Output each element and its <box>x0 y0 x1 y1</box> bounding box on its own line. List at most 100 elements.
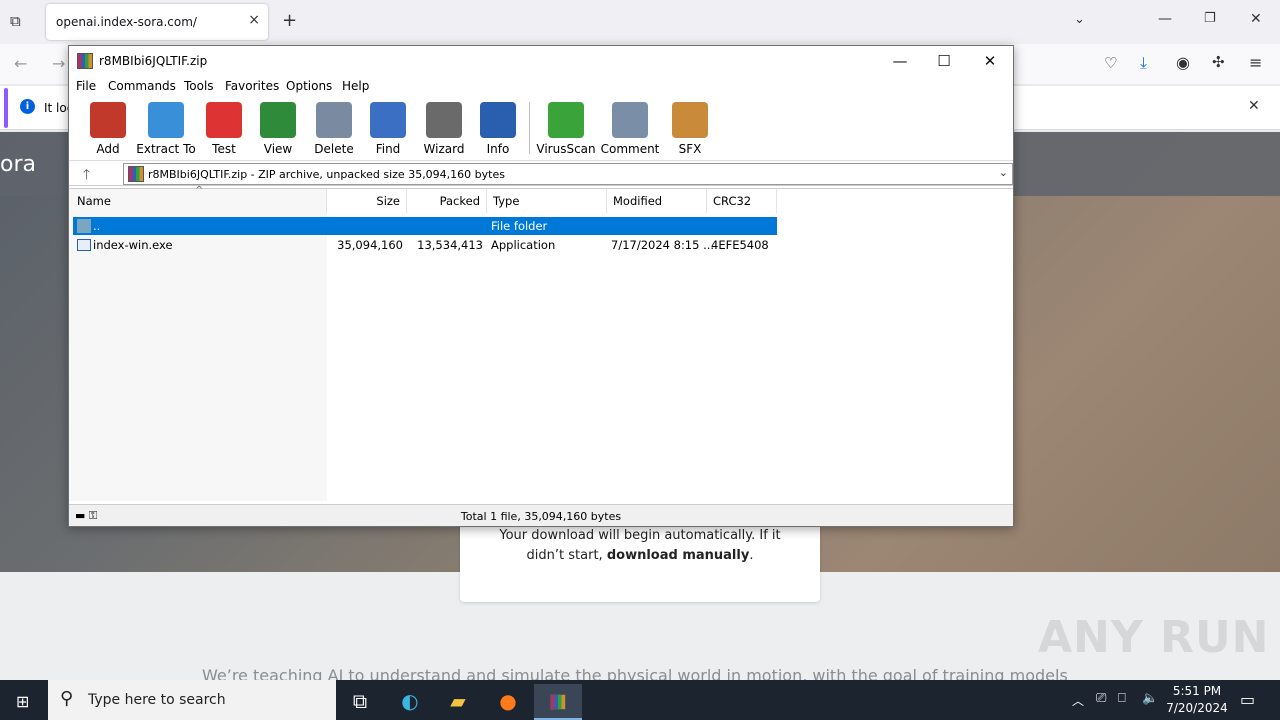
column-modified[interactable]: Modified <box>607 189 707 213</box>
browser-tabstrip: ⧉ openai.index-sora.com/ × + ⌄ — ❐ ✕ <box>0 0 1280 44</box>
download-message-line2: didn’t start, <box>526 548 603 563</box>
toolbar-virusscan-button[interactable]: VirusScan <box>535 102 597 158</box>
start-button[interactable]: ⊞ <box>0 680 48 720</box>
row-modified: 7/17/2024 8:15 ... <box>611 238 715 252</box>
row-size: 35,094,160 <box>337 238 403 252</box>
browser-tab[interactable]: openai.index-sora.com/ × <box>46 4 268 40</box>
winrar-close-button[interactable]: ✕ <box>967 46 1013 76</box>
column-crc32[interactable]: CRC32 <box>707 189 777 213</box>
toolbar-delete-button[interactable]: Delete <box>303 102 365 158</box>
table-row[interactable]: index-win.exe 35,094,160 13,534,413 Appl… <box>73 236 777 254</box>
download-message-line1: Your download will begin automatically. … <box>499 528 781 543</box>
menu-tools[interactable]: Tools <box>184 79 214 93</box>
winrar-title: r8MBIbi6JQLTIF.zip <box>99 54 208 68</box>
winrar-menubar: File Commands Tools Favorites Options He… <box>69 76 1013 96</box>
task-view-icon[interactable]: ⧉ <box>336 684 384 720</box>
menu-file[interactable]: File <box>76 79 96 93</box>
address-bar: 🡑 r8MBIbi6JQLTIF.zip - ZIP archive, unpa… <box>69 160 1013 186</box>
virusscan-icon <box>548 102 584 138</box>
list-all-tabs-icon[interactable]: ⌄ <box>1074 12 1085 27</box>
site-brand[interactable]: ora <box>0 152 36 177</box>
table-row[interactable]: .. File folder <box>73 217 777 235</box>
winrar-toolbar: Add Extract To Test View Delete Find Wizard Inf… <box>69 96 1013 158</box>
taskbar-clock[interactable]: 5:51 PM 7/20/2024 <box>1162 683 1232 717</box>
notification-accent <box>4 88 8 128</box>
column-packed[interactable]: Packed <box>407 189 487 213</box>
toolbar-info-button[interactable]: Info <box>467 102 529 158</box>
row-packed: 13,534,413 <box>417 238 483 252</box>
toolbar-extract-to-button[interactable]: Extract To <box>135 102 197 158</box>
view-icon <box>260 102 296 138</box>
delete-icon <box>316 102 352 138</box>
up-folder-icon[interactable]: 🡑 <box>83 164 90 188</box>
anyrun-watermark: ANY RUN <box>1038 612 1270 663</box>
back-icon[interactable]: ← <box>14 54 27 73</box>
menu-help[interactable]: Help <box>342 79 369 93</box>
column-type[interactable]: Type <box>487 189 607 213</box>
window-close-icon[interactable]: ✕ <box>1250 11 1262 27</box>
tray-chevron-icon[interactable]: ︿ <box>1072 692 1084 709</box>
sfx-icon <box>672 102 708 138</box>
menu-favorites[interactable]: Favorites <box>225 79 279 93</box>
tab-list-icon[interactable]: ⧉ <box>10 12 21 30</box>
notifications-icon[interactable]: ▭ <box>1240 690 1255 709</box>
toolbar-label: SFX <box>678 142 702 156</box>
archive-icon <box>128 166 144 182</box>
toolbar-find-button[interactable]: Find <box>357 102 419 158</box>
downloads-icon[interactable]: ⤓ <box>1140 53 1147 73</box>
exe-file-icon <box>77 239 91 251</box>
toolbar-label: View <box>263 142 293 156</box>
winrar-titlebar[interactable]: r8MBIbi6JQLTIF.zip — ☐ ✕ <box>69 46 1013 76</box>
toolbar-label: Info <box>486 142 510 156</box>
clock-time: 5:51 PM <box>1172 684 1222 698</box>
download-message: Your download will begin automatically. … <box>460 526 820 566</box>
taskbar-search[interactable]: ⚲ Type here to search <box>48 680 336 720</box>
sort-ascending-icon: ^ <box>195 185 204 196</box>
chevron-down-icon[interactable]: ⌄ <box>999 166 1008 179</box>
toolbar-sfx-button[interactable]: SFX <box>659 102 721 158</box>
column-size[interactable]: Size <box>327 189 407 213</box>
forward-icon[interactable]: → <box>52 54 65 73</box>
winrar-window: r8MBIbi6JQLTIF.zip — ☐ ✕ File Commands T… <box>68 45 1014 527</box>
toolbar-label: Comment <box>600 142 660 156</box>
menu-options[interactable]: Options <box>286 79 332 93</box>
toolbar-view-button[interactable]: View <box>247 102 309 158</box>
new-tab-button[interactable]: + <box>282 10 297 31</box>
file-explorer-icon[interactable]: ▰ <box>434 684 482 720</box>
search-icon: ⚲ <box>60 688 74 709</box>
menu-commands[interactable]: Commands <box>108 79 176 93</box>
address-field[interactable]: r8MBIbi6JQLTIF.zip - ZIP archive, unpack… <box>123 163 1013 185</box>
extensions-icon[interactable]: ✣ <box>1212 53 1225 71</box>
volume-icon[interactable]: 🔈 <box>1142 691 1158 706</box>
tab-close-icon[interactable]: × <box>248 12 260 28</box>
toolbar-label: VirusScan <box>536 142 596 156</box>
pocket-icon[interactable]: ♡ <box>1104 54 1117 72</box>
download-manually-link[interactable]: download manually <box>607 548 749 563</box>
row-name: .. <box>93 219 101 233</box>
address-text: r8MBIbi6JQLTIF.zip - ZIP archive, unpack… <box>148 168 505 181</box>
tray-devices-icon[interactable]: ⎚ <box>1096 691 1106 706</box>
menu-icon[interactable]: ≡ <box>1249 53 1262 72</box>
info-icon: i <box>20 99 35 114</box>
toolbar-add-button[interactable]: Add <box>77 102 139 158</box>
firefox-icon[interactable]: ● <box>484 684 532 720</box>
network-icon[interactable]: ⎕ <box>1118 691 1126 706</box>
account-icon[interactable]: ◉ <box>1176 53 1190 72</box>
toolbar-label: Delete <box>314 142 354 156</box>
winrar-minimize-button[interactable]: — <box>877 46 923 76</box>
toolbar-comment-button[interactable]: Comment <box>599 102 661 158</box>
winrar-taskbar-icon[interactable] <box>534 684 582 720</box>
toolbar-label: Add <box>96 142 120 156</box>
status-bar: ▬ ⚿ Total 1 file, 35,094,160 bytes <box>69 504 1013 526</box>
test-icon <box>206 102 242 138</box>
toolbar-wizard-button[interactable]: Wizard <box>413 102 475 158</box>
window-restore-icon[interactable]: ❐ <box>1204 11 1216 26</box>
info-icon <box>480 102 516 138</box>
toolbar-test-button[interactable]: Test <box>193 102 255 158</box>
edge-icon[interactable]: ◐ <box>386 684 434 720</box>
notification-close-icon[interactable]: ✕ <box>1248 98 1260 114</box>
clock-date: 7/20/2024 <box>1166 701 1228 715</box>
row-crc32: 4EFE5408 <box>711 238 769 252</box>
window-minimize-icon[interactable]: — <box>1158 11 1172 27</box>
winrar-maximize-button[interactable]: ☐ <box>921 46 967 76</box>
